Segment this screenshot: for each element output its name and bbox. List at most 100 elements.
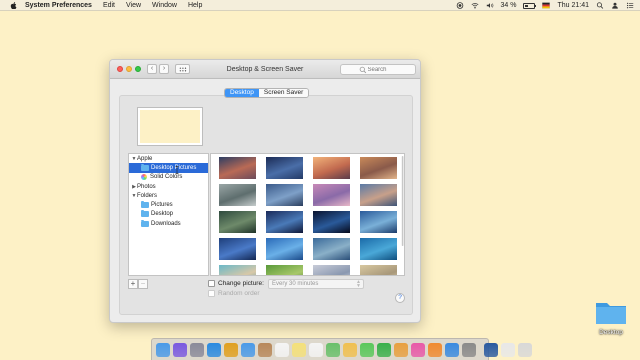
change-picture-label: Change picture: (218, 280, 264, 287)
source-item-pictures[interactable]: Pictures (129, 200, 208, 209)
close-button[interactable] (117, 66, 123, 72)
source-item-downloads[interactable]: Downloads (129, 219, 208, 228)
tab-screen-saver[interactable]: Screen Saver (258, 89, 309, 97)
source-label: Desktop Pictures (151, 164, 197, 171)
search-input[interactable] (367, 66, 398, 73)
wallpaper-thumbnail-ripples[interactable] (313, 238, 350, 260)
downloads-stack-icon[interactable] (501, 342, 515, 357)
wallpaper-thumbnail-sierra-dusk[interactable] (313, 157, 350, 179)
wallpaper-thumbnail-snow-field[interactable] (313, 265, 350, 275)
wallpaper-thumbnail-green-forest[interactable] (219, 211, 256, 233)
record-icon[interactable] (456, 2, 464, 9)
forward-button[interactable]: › (159, 64, 169, 74)
scrollbar[interactable] (401, 154, 404, 276)
back-button[interactable]: ‹ (147, 64, 157, 74)
random-order-option[interactable]: Random order (208, 290, 260, 297)
change-interval-select[interactable]: Every 30 minutes ▲ ▼ (268, 279, 364, 289)
source-label: Folders (137, 192, 158, 199)
photos-icon[interactable] (343, 342, 357, 357)
source-group-folders[interactable]: ▼ Folders (129, 191, 208, 200)
safari-icon[interactable] (207, 342, 221, 357)
finder-icon[interactable] (156, 342, 170, 357)
title-bar[interactable]: ‹ › Desktop & Screen Saver (110, 60, 420, 79)
source-group-photos[interactable]: ▶ Photos (129, 182, 208, 191)
menu-window[interactable]: Window (152, 2, 177, 9)
wallpaper-thumbnail-ocean[interactable] (360, 238, 397, 260)
menu-help[interactable]: Help (188, 2, 202, 9)
source-label: Pictures (151, 202, 173, 209)
itunes-icon[interactable] (411, 342, 425, 357)
remove-folder-button[interactable]: − (138, 279, 148, 289)
wallpaper-thumbnail-beach[interactable] (219, 265, 256, 275)
random-order-checkbox[interactable] (208, 290, 215, 297)
wallpaper-thumbnail-yosemite-night[interactable] (266, 157, 303, 179)
source-item-desktop-pictures[interactable]: Desktop Pictures (129, 163, 208, 175)
wallpaper-thumbnail-galaxy[interactable] (266, 211, 303, 233)
show-all-button[interactable] (175, 64, 190, 74)
volume-icon[interactable] (486, 2, 494, 9)
mail-icon[interactable] (241, 342, 255, 357)
desktop-preview-image (140, 110, 200, 143)
siri-icon[interactable] (173, 342, 187, 357)
wallpaper-thumbnail-foggy-forest[interactable] (219, 184, 256, 206)
notification-icon[interactable] (626, 2, 634, 9)
user-icon[interactable] (611, 2, 619, 9)
wallpaper-thumbnail-el-capitan[interactable] (219, 157, 256, 179)
messages-icon[interactable] (360, 342, 374, 357)
zoom-button[interactable] (135, 66, 141, 72)
calendar-icon[interactable] (275, 342, 289, 357)
wallpaper-thumbnail-high-sierra[interactable] (360, 184, 397, 206)
wallpaper-thumbnail-blue-abstract[interactable] (219, 238, 256, 260)
app-store-icon[interactable] (445, 342, 459, 357)
wallpaper-thumbnail-pink-mountains[interactable] (313, 184, 350, 206)
facetime-icon[interactable] (377, 342, 391, 357)
flag-icon[interactable] (542, 2, 551, 9)
apple-icon[interactable] (10, 1, 17, 9)
help-button[interactable]: ? (395, 293, 405, 303)
numbers-icon[interactable] (394, 342, 408, 357)
launchpad-icon[interactable] (190, 342, 204, 357)
wallpaper-thumbnail-earth-horizon[interactable] (313, 211, 350, 233)
tab-desktop[interactable]: Desktop (225, 89, 259, 97)
search-field[interactable] (340, 64, 416, 75)
wallpaper-grid[interactable] (210, 153, 405, 276)
color-wheel-icon (141, 174, 147, 181)
add-remove-buttons: + − (128, 279, 148, 289)
minimize-button[interactable] (126, 66, 132, 72)
desktop-folder-icon[interactable] (594, 297, 628, 327)
trash-icon[interactable] (518, 342, 532, 357)
source-item-desktop[interactable]: Desktop (129, 210, 208, 219)
wallpaper-thumbnail-yosemite-valley[interactable] (266, 184, 303, 206)
battery-percent: 34 % (500, 2, 517, 9)
battery-icon[interactable] (523, 2, 537, 9)
source-group-apple[interactable]: ▼ Apple (129, 154, 208, 163)
change-picture-option[interactable]: Change picture: (208, 280, 264, 287)
menu-edit[interactable]: Edit (103, 2, 115, 9)
wallpaper-thumbnail-green-hills[interactable] (266, 265, 303, 275)
wallpaper-thumbnail-wave[interactable] (360, 211, 397, 233)
wifi-icon[interactable] (471, 2, 479, 9)
source-label: Photos (137, 183, 156, 190)
clock[interactable]: Thu 21:41 (557, 2, 589, 9)
wallpaper-thumbnail-sand-dunes[interactable] (360, 265, 397, 275)
wallpaper-thumbnail-underwater[interactable] (266, 238, 303, 260)
contacts-icon[interactable] (258, 342, 272, 357)
folder-icon (141, 201, 149, 209)
menu-view[interactable]: View (126, 2, 141, 9)
menu-app-name[interactable]: System Preferences (25, 2, 92, 9)
ibooks-icon[interactable] (428, 342, 442, 357)
source-item-solid-colors[interactable]: Solid Colors (129, 173, 208, 182)
notes-icon[interactable] (292, 342, 306, 357)
desktop-folder-label[interactable]: Desktop (590, 329, 632, 336)
search-icon[interactable] (596, 2, 604, 9)
reminders-icon[interactable] (309, 342, 323, 357)
quicktime-icon[interactable] (484, 342, 498, 357)
folder-icon (141, 210, 149, 218)
system-preferences-icon[interactable] (462, 342, 476, 357)
wallpaper-thumbnail-half-dome[interactable] (360, 157, 397, 179)
add-folder-button[interactable]: + (128, 279, 138, 289)
change-picture-checkbox[interactable] (208, 280, 215, 287)
chrome-icon[interactable] (224, 342, 238, 357)
source-list[interactable]: ▼ Apple Desktop Pictures Solid Colors ▶ … (128, 153, 209, 276)
maps-icon[interactable] (326, 342, 340, 357)
